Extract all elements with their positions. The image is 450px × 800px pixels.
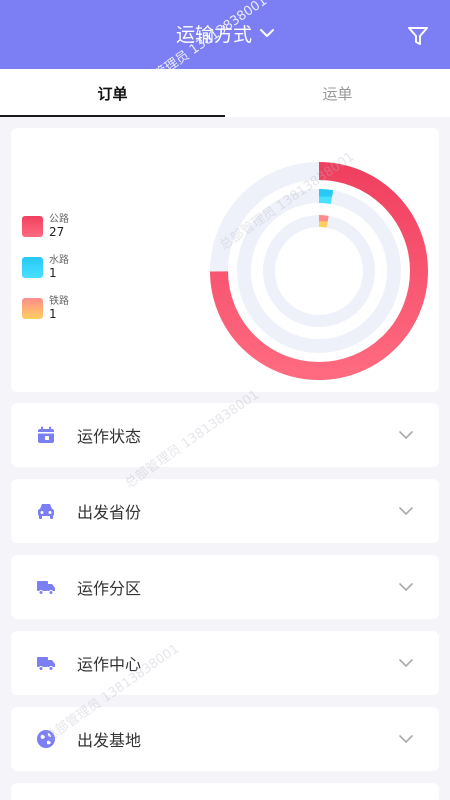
- filter-icon: [408, 27, 428, 45]
- tab-bar: 订单 运单: [0, 69, 450, 117]
- row-label: 运作分区: [77, 579, 142, 598]
- legend-item-rail[interactable]: 铁路 1: [22, 295, 69, 321]
- legend-value: 1: [49, 266, 57, 280]
- legend-value: 1: [49, 307, 57, 321]
- transport-mode-selector[interactable]: 运输方式: [176, 20, 274, 47]
- tab-waybills[interactable]: 运单: [225, 69, 450, 117]
- truck-icon: [35, 652, 57, 674]
- row-label: 运作状态: [77, 427, 142, 446]
- header-title: 运输方式: [175, 24, 252, 46]
- chart-card: 公路 27 水路 1 铁路 1: [11, 128, 439, 392]
- chevron-down-icon: [399, 735, 413, 743]
- ring-track: [263, 215, 375, 327]
- tab-orders[interactable]: 订单: [0, 69, 225, 117]
- legend-swatch: [22, 298, 43, 319]
- row-operation-status[interactable]: 运作状态: [11, 403, 439, 467]
- globe-icon: [35, 728, 57, 750]
- chevron-down-icon: [399, 583, 413, 591]
- transport-ring-chart: [210, 162, 428, 380]
- row-label: 出发省份: [77, 503, 142, 522]
- row-partial: [11, 783, 439, 800]
- chevron-down-icon: [399, 507, 413, 515]
- row-label: 出发基地: [77, 731, 142, 750]
- row-departure-base[interactable]: 出发基地: [11, 707, 439, 771]
- car-icon: [35, 500, 57, 522]
- filter-button[interactable]: [406, 24, 430, 48]
- row-departure-province[interactable]: 出发省份: [11, 479, 439, 543]
- calendar-icon: [35, 424, 57, 446]
- legend-item-water[interactable]: 水路 1: [22, 254, 69, 280]
- chevron-down-icon: [399, 659, 413, 667]
- row-operation-center[interactable]: 运作中心: [11, 631, 439, 695]
- chevron-down-icon: [399, 431, 413, 439]
- chart-legend: 公路 27 水路 1 铁路 1: [22, 213, 69, 336]
- chevron-down-icon: [260, 29, 274, 38]
- row-label: 运作中心: [77, 655, 142, 674]
- legend-value: 27: [49, 225, 65, 239]
- truck-icon: [35, 576, 57, 598]
- ring-arc-water[interactable]: [318, 189, 334, 205]
- legend-item-road[interactable]: 公路 27: [22, 213, 69, 239]
- ring-arc-rail[interactable]: [318, 215, 329, 228]
- app-header: 运输方式: [0, 0, 450, 69]
- legend-swatch: [22, 257, 43, 278]
- legend-swatch: [22, 216, 43, 237]
- row-operation-zone[interactable]: 运作分区: [11, 555, 439, 619]
